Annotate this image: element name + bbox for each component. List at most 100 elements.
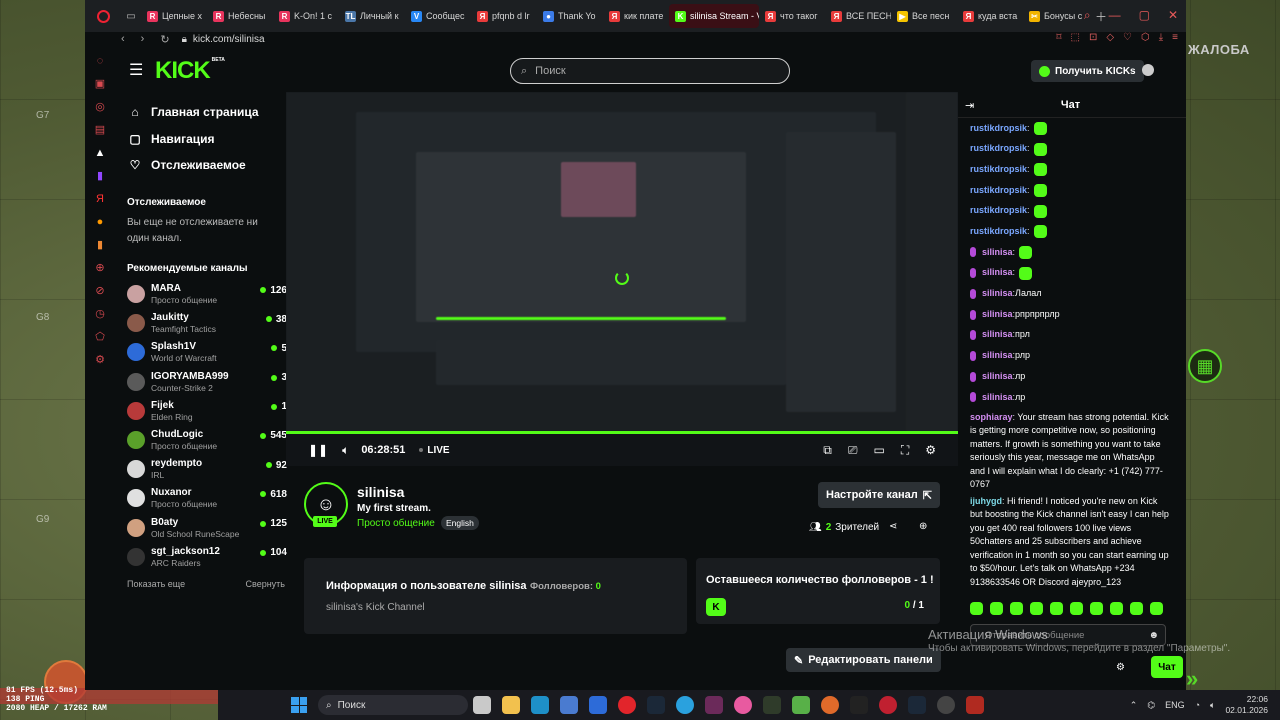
mail-icon[interactable]	[589, 696, 607, 714]
emote[interactable]	[970, 602, 983, 615]
emote[interactable]	[1150, 602, 1163, 615]
chat-username[interactable]: silinisa	[982, 287, 1013, 301]
browser-tab[interactable]: Яpfqnb d lr	[471, 4, 537, 28]
emote[interactable]	[1010, 602, 1023, 615]
browser-tab[interactable]: V Сообщес	[405, 4, 471, 28]
edge-icon[interactable]	[531, 696, 549, 714]
chat-username[interactable]: silinisa	[982, 328, 1013, 342]
chat-username[interactable]: silinisa	[982, 308, 1013, 322]
opera-icon[interactable]	[618, 696, 636, 714]
settings-icon[interactable]: ⚙	[925, 443, 936, 457]
recommended-channel[interactable]: Splash1V World of Warcraft 5	[115, 338, 287, 367]
browser-tab[interactable]: Якик плате	[603, 4, 669, 28]
recommended-channel[interactable]: MARA Просто общение 126	[115, 280, 287, 309]
miniplayer-icon[interactable]: ⧉	[823, 443, 832, 458]
browser-tab[interactable]: R Цепные х	[141, 4, 207, 28]
messenger-icon[interactable]: ◎	[95, 102, 105, 113]
search-input[interactable]: ⌕ Поиск	[510, 58, 790, 84]
steam-icon[interactable]	[647, 696, 665, 714]
chat-username[interactable]: silinisa	[982, 266, 1013, 280]
emote[interactable]	[1050, 602, 1063, 615]
taskbar-search[interactable]: ⌕ Поиск	[318, 695, 468, 715]
pin-icon[interactable]: ⊡	[1089, 32, 1097, 43]
browser-tab[interactable]: R Небесны	[207, 4, 273, 28]
recommended-channel[interactable]: Nuxanor Просто общение 618	[115, 484, 287, 513]
setup-channel-button[interactable]: Настройте канал ⇱	[818, 482, 940, 508]
url-text[interactable]: kick.com/silinisa	[193, 34, 265, 45]
fullscreen-icon[interactable]: ⛶	[901, 443, 909, 458]
app-icon[interactable]: ▮	[97, 240, 103, 251]
theater-mode-icon[interactable]: ▭	[873, 443, 884, 457]
search-tabs-icon[interactable]: ⌕	[1084, 8, 1091, 23]
share-icon[interactable]: ⋖	[889, 521, 897, 532]
minecraft-icon[interactable]	[792, 696, 810, 714]
emote[interactable]	[1030, 602, 1043, 615]
chat-username[interactable]: ijuhygd	[970, 496, 1002, 506]
chat-username[interactable]: rustikdropsik	[970, 142, 1027, 156]
browser-tab[interactable]: ▶ Все песн	[891, 4, 957, 28]
chat-username[interactable]: rustikdropsik	[970, 184, 1027, 198]
shield-icon[interactable]: ◇	[1106, 32, 1114, 43]
language-indicator[interactable]: ENG	[1165, 700, 1185, 710]
sidebar-nav-item[interactable]: ⌂ Главная страница	[115, 99, 287, 126]
chat-username[interactable]: silinisa	[982, 391, 1013, 405]
clock[interactable]: 22:06 02.01.2026	[1225, 694, 1268, 716]
emote[interactable]	[1090, 602, 1103, 615]
chat-username[interactable]: silinisa	[982, 349, 1013, 363]
snapshot-icon[interactable]: ⬚	[1070, 32, 1079, 43]
store-icon[interactable]	[560, 696, 578, 714]
firefox-icon[interactable]	[821, 696, 839, 714]
channel-name[interactable]: silinisa	[357, 484, 404, 500]
get-kicks-button[interactable]: Получить KICKs	[1031, 60, 1144, 82]
recommended-channel[interactable]: Fijek Elden Ring 1	[115, 396, 287, 425]
recommended-channel[interactable]: sgt_jackson12 ARC Raiders 104	[115, 542, 287, 571]
kick-sidebar-icon[interactable]: ▲	[95, 148, 106, 159]
collapse-link[interactable]: Свернуть	[246, 579, 285, 589]
recommended-channel[interactable]: B0aty Old School RuneScape 125	[115, 513, 287, 542]
cube-icon[interactable]: ⬡	[1141, 32, 1150, 43]
emote[interactable]	[1070, 602, 1083, 615]
chat-settings-icon[interactable]: ⚙	[1116, 662, 1125, 673]
stream-category[interactable]: Просто общение	[357, 518, 435, 529]
downloads-icon[interactable]: ⤓	[1159, 32, 1163, 43]
clock-icon[interactable]: ◷	[95, 309, 105, 320]
bookmark-icon[interactable]: ⌑	[1056, 32, 1061, 43]
browser-tab[interactable]: Якуда вста	[957, 4, 1023, 28]
app-icon[interactable]: ●	[97, 217, 104, 228]
report-label[interactable]: ЖАЛОБА	[1188, 42, 1250, 57]
emote[interactable]	[1130, 602, 1143, 615]
chat-username[interactable]: rustikdropsik	[970, 204, 1027, 218]
vk-icon[interactable]: ▤	[95, 125, 105, 136]
opera-gx-icon[interactable]	[879, 696, 897, 714]
game-icon[interactable]	[966, 696, 984, 714]
heart-icon[interactable]: ♡	[1123, 32, 1132, 43]
browser-tab[interactable]: ● Thank Yo	[537, 4, 603, 28]
browser-tab[interactable]: R K-On! 1 с	[273, 4, 339, 28]
browser-tab[interactable]: Ячто таког	[759, 4, 825, 28]
emote[interactable]	[1110, 602, 1123, 615]
app-icon[interactable]	[734, 696, 752, 714]
chat-username[interactable]: sophiaray	[970, 412, 1013, 422]
volume-icon[interactable]: 🔈︎	[1210, 700, 1215, 711]
chat-username[interactable]: rustikdropsik	[970, 122, 1027, 136]
wifi-icon[interactable]: ◔	[1195, 700, 1200, 710]
chat-send-button[interactable]: Чат	[1151, 656, 1183, 678]
app-icon[interactable]	[763, 696, 781, 714]
back-icon[interactable]: ‹	[121, 33, 125, 46]
yandex-icon[interactable]: Я	[96, 194, 104, 205]
recommended-channel[interactable]: ChudLogic Просто общение 545	[115, 425, 287, 454]
network-icon[interactable]: ⌬	[1147, 700, 1155, 711]
browser-tab[interactable]: TL Личный к	[339, 4, 405, 28]
app-icon[interactable]	[705, 696, 723, 714]
explorer-icon[interactable]	[502, 696, 520, 714]
reload-icon[interactable]: ↻	[160, 33, 169, 46]
start-button[interactable]	[291, 697, 307, 713]
maximize-icon[interactable]: ▢	[1139, 8, 1150, 23]
taskview-icon[interactable]	[473, 696, 491, 714]
chevron-up-icon[interactable]: ⌃	[1130, 700, 1138, 711]
chat-username[interactable]: rustikdropsik	[970, 163, 1027, 177]
chat-username[interactable]: silinisa	[982, 370, 1013, 384]
chat-username[interactable]: silinisa	[982, 246, 1013, 260]
language-tag[interactable]: English	[441, 516, 479, 530]
extensions-icon[interactable]: ⬠	[95, 332, 105, 343]
